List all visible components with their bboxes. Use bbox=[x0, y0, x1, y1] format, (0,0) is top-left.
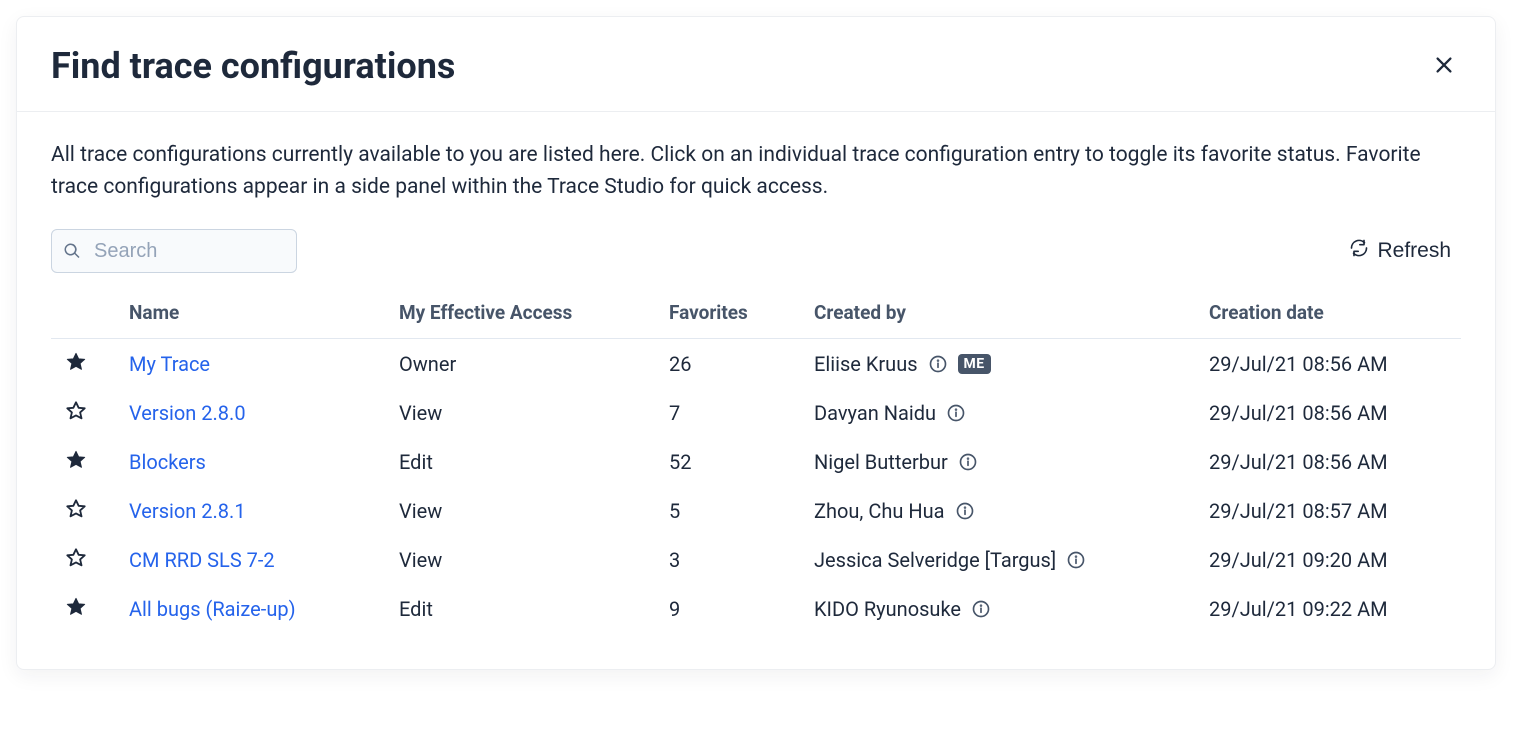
table-row: Version 2.8.1 View5 Zhou, Chu Hua 29/Jul/21… bbox=[51, 486, 1461, 535]
info-icon[interactable] bbox=[958, 452, 978, 472]
star-outline-icon bbox=[65, 498, 87, 523]
me-badge: ME bbox=[958, 354, 991, 374]
access-cell: View bbox=[391, 388, 661, 437]
favorites-count-cell: 26 bbox=[661, 339, 806, 389]
access-cell: View bbox=[391, 535, 661, 584]
trace-config-link[interactable]: CM RRD SLS 7-2 bbox=[129, 548, 275, 572]
trace-config-link[interactable]: All bugs (Raize-up) bbox=[129, 597, 296, 621]
info-icon[interactable] bbox=[971, 599, 991, 619]
creation-date-cell: 29/Jul/21 08:56 AM bbox=[1201, 437, 1461, 486]
creation-date-cell: 29/Jul/21 09:20 AM bbox=[1201, 535, 1461, 584]
find-trace-configurations-dialog: Find trace configurations All trace conf… bbox=[16, 16, 1496, 670]
table-row: Version 2.8.0 View7 Davyan Naidu 29/Jul/21 … bbox=[51, 388, 1461, 437]
info-icon[interactable] bbox=[946, 403, 966, 423]
creator-name: Zhou, Chu Hua bbox=[814, 499, 945, 523]
favorites-count-cell: 52 bbox=[661, 437, 806, 486]
close-button[interactable] bbox=[1427, 48, 1461, 85]
access-cell: Edit bbox=[391, 584, 661, 633]
column-header-access[interactable]: My Effective Access bbox=[391, 287, 661, 339]
created-by-cell: Jessica Selveridge [Targus] bbox=[814, 548, 1193, 572]
column-header-name[interactable]: Name bbox=[121, 287, 391, 339]
search-field bbox=[51, 229, 297, 273]
favorite-toggle[interactable] bbox=[65, 547, 87, 572]
created-by-cell: KIDO Ryunosuke bbox=[814, 597, 1193, 621]
refresh-label: Refresh bbox=[1377, 239, 1451, 263]
configurations-table: Name My Effective Access Favorites Creat… bbox=[51, 287, 1461, 633]
table-row: Blockers Edit52 Nigel Butterbur 29/Jul/21 0… bbox=[51, 437, 1461, 486]
favorites-count-cell: 9 bbox=[661, 584, 806, 633]
column-header-created-by[interactable]: Created by bbox=[806, 287, 1201, 339]
info-icon[interactable] bbox=[928, 354, 948, 374]
creator-name: Eliise Kruus bbox=[814, 352, 918, 376]
creation-date-cell: 29/Jul/21 08:56 AM bbox=[1201, 388, 1461, 437]
creator-name: Nigel Butterbur bbox=[814, 450, 948, 474]
access-cell: Edit bbox=[391, 437, 661, 486]
creator-name: Davyan Naidu bbox=[814, 401, 936, 425]
favorite-toggle[interactable] bbox=[65, 400, 87, 425]
info-icon[interactable] bbox=[1066, 550, 1086, 570]
trace-config-link[interactable]: Version 2.8.0 bbox=[129, 401, 246, 425]
column-header-favorites[interactable]: Favorites bbox=[661, 287, 806, 339]
favorites-count-cell: 7 bbox=[661, 388, 806, 437]
dialog-title: Find trace configurations bbox=[51, 45, 455, 87]
created-by-cell: Zhou, Chu Hua bbox=[814, 499, 1193, 523]
creator-name: Jessica Selveridge [Targus] bbox=[814, 548, 1056, 572]
favorite-toggle[interactable] bbox=[65, 596, 87, 621]
creation-date-cell: 29/Jul/21 09:22 AM bbox=[1201, 584, 1461, 633]
search-input[interactable] bbox=[51, 229, 297, 273]
table-header-row: Name My Effective Access Favorites Creat… bbox=[51, 287, 1461, 339]
access-cell: Owner bbox=[391, 339, 661, 389]
column-header-favorite bbox=[51, 287, 121, 339]
trace-config-link[interactable]: Blockers bbox=[129, 450, 206, 474]
trace-config-link[interactable]: My Trace bbox=[129, 352, 210, 376]
star-outline-icon bbox=[65, 547, 87, 572]
creator-name: KIDO Ryunosuke bbox=[814, 597, 961, 621]
favorite-toggle[interactable] bbox=[65, 351, 87, 376]
info-icon[interactable] bbox=[955, 501, 975, 521]
toolbar: Refresh bbox=[51, 229, 1461, 273]
refresh-button[interactable]: Refresh bbox=[1339, 232, 1461, 270]
table-row: All bugs (Raize-up) Edit9 KIDO Ryunosuke 29… bbox=[51, 584, 1461, 633]
favorite-toggle[interactable] bbox=[65, 449, 87, 474]
trace-config-link[interactable]: Version 2.8.1 bbox=[129, 499, 246, 523]
close-icon bbox=[1433, 54, 1455, 79]
dialog-description: All trace configurations currently avail… bbox=[51, 140, 1461, 203]
favorite-toggle[interactable] bbox=[65, 498, 87, 523]
created-by-cell: Nigel Butterbur bbox=[814, 450, 1193, 474]
dialog-header: Find trace configurations bbox=[17, 17, 1495, 112]
favorites-count-cell: 5 bbox=[661, 486, 806, 535]
star-filled-icon bbox=[65, 351, 87, 376]
creation-date-cell: 29/Jul/21 08:57 AM bbox=[1201, 486, 1461, 535]
dialog-body: All trace configurations currently avail… bbox=[17, 112, 1495, 669]
table-row: My Trace Owner26 Eliise Kruus ME 29/Jul/21 0… bbox=[51, 339, 1461, 389]
creation-date-cell: 29/Jul/21 08:56 AM bbox=[1201, 339, 1461, 389]
table-row: CM RRD SLS 7-2 View3 Jessica Selveridge [T… bbox=[51, 535, 1461, 584]
column-header-creation-date[interactable]: Creation date bbox=[1201, 287, 1461, 339]
star-outline-icon bbox=[65, 400, 87, 425]
created-by-cell: Eliise Kruus ME bbox=[814, 352, 1193, 376]
refresh-icon bbox=[1349, 238, 1369, 264]
favorites-count-cell: 3 bbox=[661, 535, 806, 584]
created-by-cell: Davyan Naidu bbox=[814, 401, 1193, 425]
star-filled-icon bbox=[65, 449, 87, 474]
access-cell: View bbox=[391, 486, 661, 535]
star-filled-icon bbox=[65, 596, 87, 621]
